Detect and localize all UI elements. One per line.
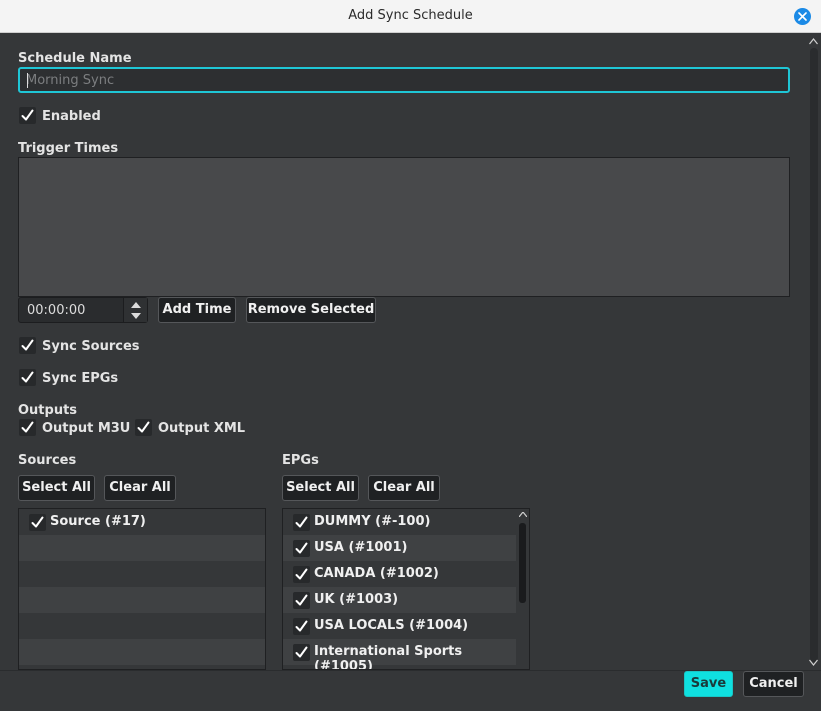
epgs-scrollbar-thumb[interactable] — [519, 523, 526, 603]
epg-checkbox[interactable] — [293, 540, 310, 557]
list-row-empty — [19, 613, 265, 639]
sources-select-all-button[interactable]: Select All — [18, 475, 95, 501]
list-row-empty — [19, 639, 265, 665]
output-xml-label: Output XML — [158, 421, 246, 436]
sources-list[interactable]: Source (#17) — [18, 508, 266, 670]
checkmark-icon — [295, 620, 308, 632]
time-spinbox-buttons[interactable] — [123, 298, 147, 322]
dialog-content: Schedule Name Enabled Trigger Times Add … — [0, 34, 806, 670]
epg-label: USA LOCALS (#1004) — [314, 618, 469, 633]
checkmark-icon — [21, 421, 34, 433]
list-row-empty — [19, 561, 265, 587]
checkmark-icon — [295, 568, 308, 580]
list-item[interactable]: International Sports (#1005) — [283, 639, 516, 669]
sync-sources-checkbox[interactable] — [19, 337, 36, 354]
list-item[interactable]: Source (#17) — [19, 509, 265, 535]
list-item[interactable]: UK (#1003) — [283, 587, 516, 613]
output-m3u-checkbox[interactable] — [19, 419, 36, 436]
trigger-times-label: Trigger Times — [18, 141, 119, 156]
dialog-footer: Save Cancel — [0, 670, 821, 711]
dialog-scrollbar[interactable] — [806, 34, 821, 670]
epg-checkbox[interactable] — [293, 592, 310, 609]
epg-label: CANADA (#1002) — [314, 566, 439, 581]
epg-label: USA (#1001) — [314, 540, 408, 555]
checkmark-icon — [21, 339, 34, 351]
add-time-button[interactable]: Add Time — [158, 297, 236, 323]
close-icon[interactable] — [794, 8, 811, 25]
epgs-list[interactable]: DUMMY (#-100) USA (#1001) CANADA (#1002)… — [282, 508, 530, 670]
output-xml-checkbox[interactable] — [135, 419, 152, 436]
epg-label: DUMMY (#-100) — [314, 514, 431, 529]
sync-epgs-label: Sync EPGs — [42, 371, 119, 386]
epg-checkbox[interactable] — [293, 514, 310, 531]
checkmark-icon — [295, 516, 308, 528]
chevron-down-icon — [131, 313, 141, 319]
epg-label: UK (#1003) — [314, 592, 399, 607]
chevron-up-icon — [131, 302, 141, 308]
sync-epgs-checkbox[interactable] — [19, 369, 36, 386]
enabled-checkbox[interactable] — [19, 107, 36, 124]
epgs-label: EPGs — [282, 453, 319, 468]
schedule-name-input[interactable] — [20, 69, 788, 92]
time-input[interactable] — [19, 298, 119, 322]
list-item[interactable]: CANADA (#1002) — [283, 561, 516, 587]
checkmark-icon — [295, 542, 308, 554]
source-label: Source (#17) — [50, 514, 146, 529]
checkmark-icon — [21, 371, 34, 383]
save-button[interactable]: Save — [684, 671, 733, 697]
title-bar: Add Sync Schedule — [0, 0, 821, 33]
text-caret — [27, 73, 28, 88]
schedule-name-label: Schedule Name — [18, 51, 132, 66]
epg-checkbox[interactable] — [293, 618, 310, 635]
dialog-scrollbar-thumb[interactable] — [810, 48, 818, 662]
time-spinbox[interactable] — [18, 297, 148, 323]
source-checkbox[interactable] — [29, 514, 46, 531]
checkmark-icon — [295, 594, 308, 606]
enabled-label: Enabled — [42, 109, 101, 124]
remove-selected-button[interactable]: Remove Selected — [246, 297, 376, 323]
schedule-name-field-wrapper — [18, 67, 790, 93]
cancel-button[interactable]: Cancel — [743, 671, 804, 697]
checkmark-icon — [21, 109, 34, 121]
list-row-empty — [19, 587, 265, 613]
chevron-up-icon — [519, 512, 527, 517]
epg-checkbox[interactable] — [293, 644, 310, 661]
checkmark-icon — [31, 516, 44, 528]
trigger-times-list[interactable] — [18, 157, 790, 297]
epgs-select-all-button[interactable]: Select All — [282, 475, 359, 501]
list-row-empty — [19, 535, 265, 561]
outputs-label: Outputs — [18, 403, 78, 418]
checkmark-icon — [137, 421, 150, 433]
sync-sources-label: Sync Sources — [42, 339, 140, 354]
chevron-down-icon — [809, 659, 818, 666]
output-m3u-label: Output M3U — [42, 421, 131, 436]
sources-label: Sources — [18, 453, 77, 468]
list-item[interactable]: USA LOCALS (#1004) — [283, 613, 516, 639]
list-item[interactable]: USA (#1001) — [283, 535, 516, 561]
checkmark-icon — [295, 646, 308, 658]
list-item[interactable]: DUMMY (#-100) — [283, 509, 516, 535]
epgs-clear-all-button[interactable]: Clear All — [368, 475, 440, 501]
epg-label: International Sports (#1005) — [314, 644, 463, 670]
epg-checkbox[interactable] — [293, 566, 310, 583]
epgs-scrollbar[interactable] — [516, 509, 529, 669]
chevron-up-icon — [809, 38, 818, 45]
window-title: Add Sync Schedule — [348, 8, 473, 23]
sources-clear-all-button[interactable]: Clear All — [104, 475, 176, 501]
